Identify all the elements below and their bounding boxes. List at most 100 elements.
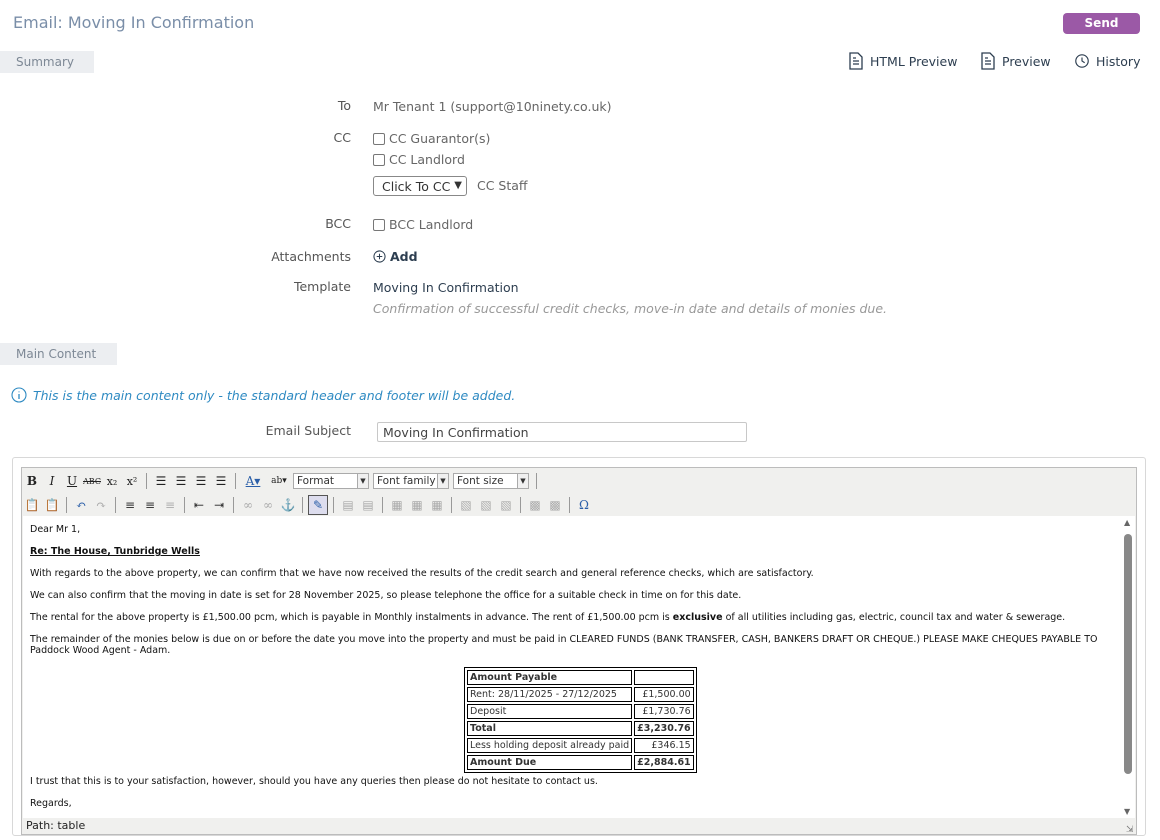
checkbox-box[interactable] [373,153,385,166]
toolbar-divider [66,497,67,513]
resize-handle-icon[interactable]: ⇲ [1126,825,1134,835]
info-message: This is the main content only - the stan… [11,387,515,403]
bcc-landlord-checkbox[interactable]: BCC Landlord [373,217,473,232]
unlink-icon[interactable]: ∞ [259,496,277,514]
to-value: Mr Tenant 1 (support@10ninety.co.uk) [373,99,612,114]
format-dropdown[interactable]: Format ▼ [293,473,369,489]
toolbar-divider [146,473,147,489]
insert-row-before-icon[interactable]: ▦ [388,496,406,514]
table-cell-value: £1,500.00 [634,687,694,702]
paragraph-2: We can also confirm that the moving in d… [30,590,742,601]
bullet-list-icon[interactable]: ≡ [121,496,139,514]
split-cells-icon[interactable]: ▩ [546,496,564,514]
paragraph-3-part-c: of all utilities including gas, electric… [722,612,1066,623]
anchor-icon[interactable]: ⚓ [279,496,297,514]
font-family-dropdown[interactable]: Font family ▼ [373,473,449,489]
scroll-thumb[interactable] [1124,534,1132,774]
scroll-down-icon[interactable]: ▼ [1124,807,1130,816]
template-label: Template [293,279,351,294]
merge-cells-icon[interactable]: ▩ [526,496,544,514]
format-label: Format [297,475,335,487]
add-label: Add [390,249,418,264]
page-title: Email: Moving In Confirmation [13,13,255,32]
delete-col-icon[interactable]: ▧ [497,496,515,514]
insert-col-before-icon[interactable]: ▧ [457,496,475,514]
toolbar-divider [382,497,383,513]
email-subject-input[interactable]: Moving In Confirmation [377,422,747,442]
preview-link[interactable]: Preview [980,52,1051,70]
bcc-label: BCC [325,216,351,231]
bold-icon[interactable]: B [23,472,41,490]
checkbox-box[interactable] [373,218,385,231]
paragraph-3-part-a: The rental for the above property is £1,… [30,612,673,623]
table-cell-icon[interactable]: ▤ [359,496,377,514]
to-label: To [337,98,351,113]
align-left-icon[interactable]: ☰ [152,472,170,490]
tab-main-content[interactable]: Main Content [0,343,117,365]
paste-icon[interactable]: 📋 [23,496,41,514]
table-cell-value: £1,730.76 [634,704,694,719]
scroll-up-icon[interactable]: ▲ [1124,518,1130,527]
send-button[interactable]: Send [1063,13,1140,34]
special-character-icon[interactable]: Ω [575,496,593,514]
html-preview-link[interactable]: HTML Preview [848,52,957,70]
toolbar-divider [302,497,303,513]
cc-select-value: Click To CC [382,178,451,194]
font-family-label: Font family [377,475,436,487]
insert-col-after-icon[interactable]: ▧ [477,496,495,514]
outdent-icon[interactable]: ⇤ [190,496,208,514]
undo-icon[interactable]: ↶ [72,496,90,514]
table-cell-label: Deposit [467,704,633,719]
redo-icon[interactable]: ↷ [92,496,110,514]
table-cell-label: Amount Due [467,755,633,770]
table-cell-label: Rent: 28/11/2025 - 27/12/2025 [467,687,633,702]
link-icon[interactable]: ∞ [239,496,257,514]
history-link[interactable]: History [1074,52,1140,70]
highlight-color-icon[interactable]: ab▾ [267,472,291,490]
table-cell-value: £2,884.61 [634,755,694,770]
delete-row-icon[interactable]: ▦ [428,496,446,514]
email-subject-label: Email Subject [265,423,351,438]
font-size-dropdown[interactable]: Font size ▼ [453,473,529,489]
paste-text-icon[interactable]: 📋 [43,496,61,514]
insert-row-after-icon[interactable]: ▦ [408,496,426,514]
table-row: Total £3,230.76 [467,721,694,736]
align-center-icon[interactable]: ☰ [172,472,190,490]
table-cell-value: £346.15 [634,738,694,753]
toolbar-divider [569,497,570,513]
align-justify-icon[interactable]: ☰ [212,472,230,490]
regards: Regards, [30,798,72,809]
table-cell-value [634,670,694,685]
cc-guarantor-checkbox[interactable]: CC Guarantor(s) [373,131,490,146]
add-attachment-button[interactable]: Add [373,249,418,264]
tab-summary[interactable]: Summary [0,51,94,73]
text-color-icon[interactable]: A▾ [241,472,265,490]
list-icon[interactable]: ≡ [161,496,179,514]
indent-icon[interactable]: ⇥ [210,496,228,514]
document-icon [981,52,995,70]
cc-landlord-checkbox[interactable]: CC Landlord [373,152,465,167]
template-name: Moving In Confirmation [373,280,519,295]
strikethrough-icon[interactable]: ABC [83,472,101,490]
table-row-icon[interactable]: ▤ [339,496,357,514]
cc-staff-select[interactable]: Click To CC ▼ [373,176,467,196]
re-line: Re: The House, Tunbridge Wells [30,546,200,557]
cc-label: CC [333,130,351,145]
italic-icon[interactable]: I [43,472,61,490]
edit-html-icon[interactable]: ✎ [308,495,328,515]
superscript-icon[interactable]: x² [123,472,141,490]
underline-icon[interactable]: U [63,472,81,490]
align-right-icon[interactable]: ☰ [192,472,210,490]
numbered-list-icon[interactable]: ≡ [141,496,159,514]
subscript-icon[interactable]: x₂ [103,472,121,490]
plus-circle-icon [373,250,386,263]
toolbar-divider [233,497,234,513]
greeting: Dear Mr 1, [30,524,81,535]
table-cell-label: Amount Payable [467,670,633,685]
info-icon [11,387,27,403]
checkbox-box[interactable] [373,132,385,145]
preview-label: Preview [1002,53,1051,69]
toolbar-divider [184,497,185,513]
toolbar-divider [536,473,537,489]
cc-staff-label: CC Staff [477,178,528,193]
